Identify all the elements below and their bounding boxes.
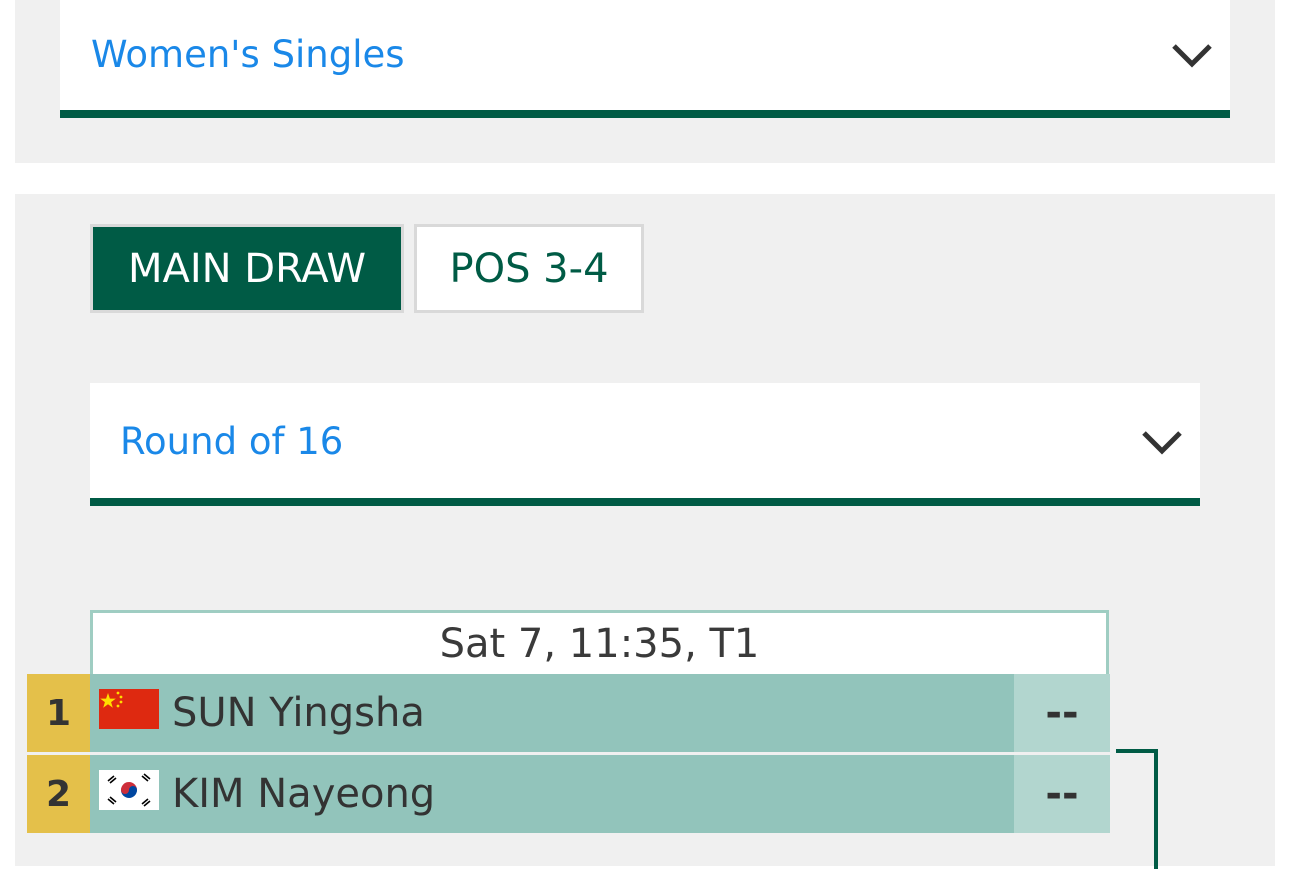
player-score: -- [1014, 674, 1110, 752]
china-flag-icon [99, 689, 159, 729]
player-cell: KIM Nayeong [90, 755, 1014, 833]
player-cell: SUN Yingsha [90, 674, 1014, 752]
seed-badge: 2 [27, 755, 90, 833]
tab-main-draw[interactable]: MAIN DRAW [90, 224, 404, 313]
event-dropdown[interactable]: Women's Singles [60, 0, 1230, 118]
player-score: -- [1014, 755, 1110, 833]
player-row[interactable]: 2 KIM Nayeong -- [27, 755, 1110, 833]
korea-flag-icon [99, 770, 159, 810]
draw-panel: MAIN DRAW POS 3-4 Round of 16 Sat 7, 11:… [15, 194, 1275, 869]
match-time-header: Sat 7, 11:35, T1 [90, 610, 1109, 674]
player-name: KIM Nayeong [172, 771, 436, 817]
round-dropdown-label: Round of 16 [120, 420, 344, 463]
player-row[interactable]: 1 SUN Yingsha -- [27, 674, 1110, 752]
tab-pos-3-4[interactable]: POS 3-4 [414, 224, 644, 313]
player-name: SUN Yingsha [172, 690, 425, 736]
chevron-down-icon [1172, 44, 1212, 68]
event-panel: Women's Singles [15, 0, 1275, 163]
bracket-connector [1116, 749, 1158, 869]
round-dropdown[interactable]: Round of 16 [90, 383, 1200, 506]
chevron-down-icon [1142, 431, 1182, 455]
event-dropdown-label: Women's Singles [91, 33, 405, 76]
seed-badge: 1 [27, 674, 90, 752]
